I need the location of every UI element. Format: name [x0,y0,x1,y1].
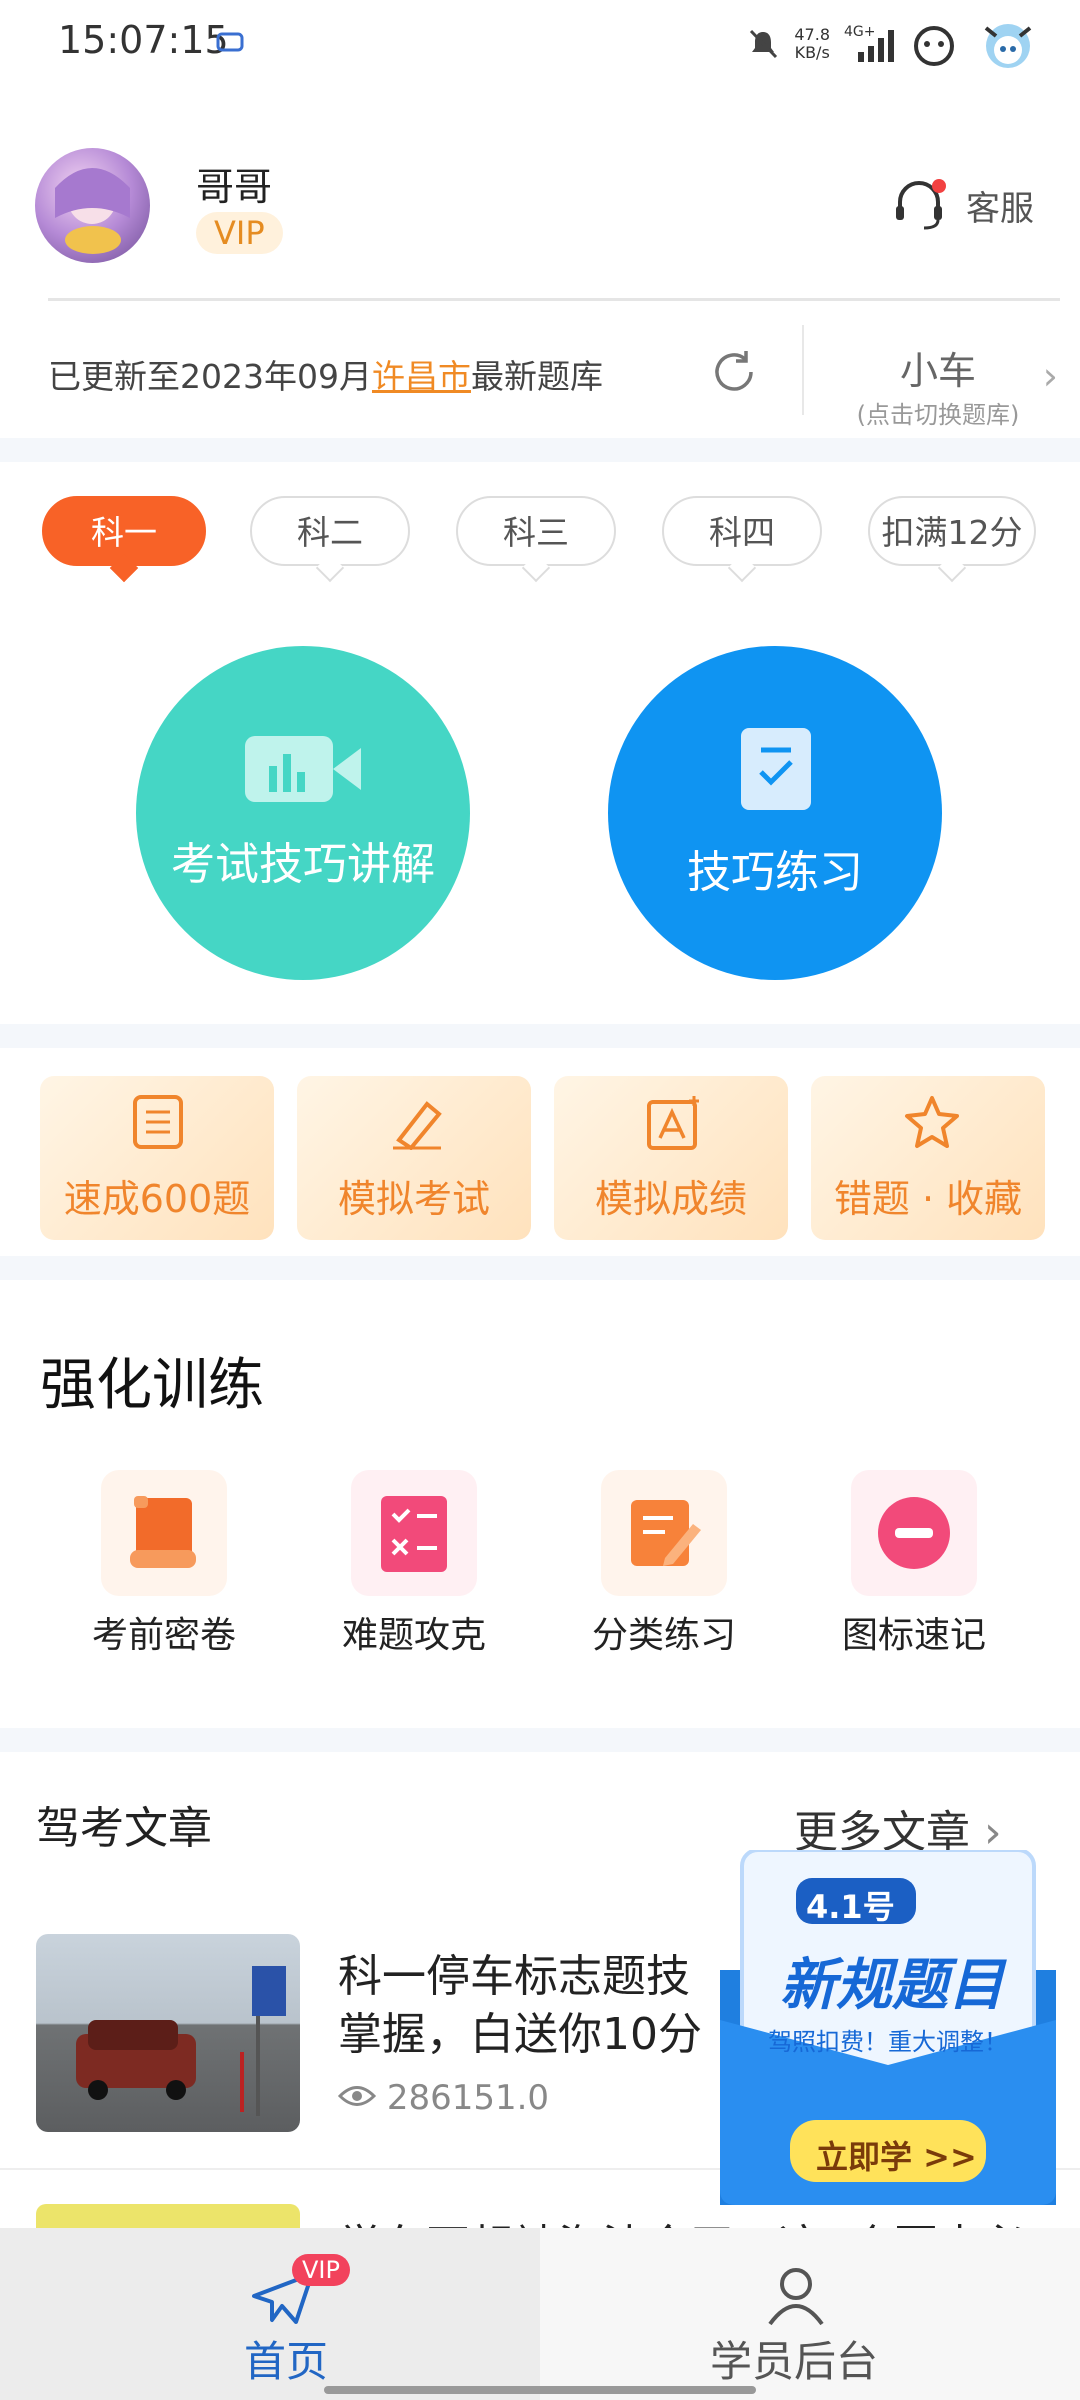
user-icon [768,2268,824,2326]
no-entry-icon [878,1497,950,1569]
tips-practice-label: 技巧练习 [687,847,863,898]
nav-student-label: 学员后台 [710,2337,879,2386]
vertical-divider [802,325,804,415]
mascot-icon [984,24,1032,68]
tips-practice-button[interactable]: 技巧练习 [608,646,942,980]
nav-home[interactable]: VIP 首页 [0,2228,540,2400]
mute-bell-icon [750,29,778,59]
section-gap [0,1024,1080,1048]
refresh-button[interactable] [708,346,760,402]
update-info: 已更新至2023年09月许昌市最新题库 [48,357,603,396]
quick-label: 错题 · 收藏 [833,1177,1023,1221]
tab-subject-2[interactable]: 科二 [250,496,410,583]
promo-title: 新规题目 [780,1953,1004,2018]
avatar[interactable] [35,148,150,263]
checklist-x-icon [381,1496,447,1572]
tab-subject-4[interactable]: 科四 [662,496,822,583]
home-vip-badge: VIP [292,2254,350,2286]
quick-label: 速成600题 [63,1177,251,1221]
pencil-icon [393,1101,442,1150]
vip-badge: VIP [196,212,283,254]
eye-icon [337,2086,377,2106]
vehicle-switch[interactable]: 小车 (点击切换题库) › [838,340,1058,430]
nav-home-label: 首页 [244,2337,329,2386]
promo-banner[interactable]: 4.1号 新规题目 驾照扣费！重大调整！ 立即学 >> [720,1850,1056,2205]
training-exam-papers[interactable]: 考前密卷 [64,1470,264,1658]
edit-note-icon [631,1500,701,1566]
training-hard-questions[interactable]: 难题攻克 [314,1470,514,1658]
article-thumbnail[interactable] [36,1934,300,2132]
city-link[interactable]: 许昌市 [372,357,471,396]
svg-text:4G+: 4G+ [844,24,876,40]
document-icon [133,1095,183,1149]
promo-subtitle: 驾照扣费！重大调整！ [768,2028,1008,2056]
refresh-icon [715,351,753,391]
quick-mock-exam[interactable]: 模拟考试 [297,1076,531,1240]
star-icon [905,1096,959,1148]
training-label: 图标速记 [841,1615,986,1656]
quick-label: 模拟考试 [337,1177,490,1221]
bottom-nav: VIP 首页 学员后台 [0,2228,1080,2400]
service-label: 客服 [966,188,1034,229]
section-gap [0,1256,1080,1280]
promo-cta-button[interactable]: 立即学 >> [816,2132,977,2178]
username: 哥哥 [196,165,273,209]
headset-icon [896,179,946,230]
section-gap [0,1728,1080,1752]
tab-deduct-12[interactable]: 扣满12分 [868,496,1036,583]
gesture-bar [324,2386,756,2394]
section-gap [0,438,1080,462]
quick-wrong-favorites[interactable]: 错题 · 收藏 [811,1076,1045,1240]
status-bar: 15:07:15 47.8 KB/s 4G+ [0,0,1080,84]
grade-icon [647,1096,699,1150]
quick-label: 模拟成绩 [594,1177,747,1221]
vehicle-name: 小车 [899,349,976,393]
exam-tips-button[interactable]: 考试技巧讲解 [136,646,470,980]
scroll-icon [130,1496,196,1568]
video-camera-icon [245,736,361,802]
training-category-practice[interactable]: 分类练习 [564,1470,764,1658]
nav-student[interactable]: 学员后台 [540,2228,1080,2400]
tab-subject-1[interactable]: 科一 [42,496,206,583]
training-label: 考前密卷 [91,1615,236,1656]
training-sign-memorize[interactable]: 图标速记 [814,1470,1014,1658]
chevron-right-icon: › [1042,354,1058,398]
app-notification-icon [214,28,246,60]
signal-icon: 4G+ [844,24,894,62]
quick-mock-score[interactable]: 模拟成绩 [554,1076,788,1240]
divider [48,298,1060,301]
training-label: 分类练习 [591,1615,736,1656]
exam-tips-label: 考试技巧讲解 [171,839,435,890]
article-views: 286151.0 [337,2078,549,2118]
article-title[interactable]: 科一停车标志题技 掌握，白送你10分 [338,1948,758,2064]
checklist-icon [741,728,811,810]
status-icons: 47.8 KB/s 4G+ [746,14,1044,74]
net-speed: 47.8 KB/s [794,25,830,62]
app-status-icon [914,26,954,66]
training-title: 强化训练 [40,1353,264,1418]
quick-600-questions[interactable]: 速成600题 [40,1076,274,1240]
vehicle-hint: (点击切换题库) [856,401,1020,429]
status-time: 15:07:15 [58,18,229,62]
articles-title: 驾考文章 [36,1803,212,1854]
promo-date: 4.1号 [806,1888,895,1926]
training-label: 难题攻克 [341,1615,486,1656]
customer-service-button[interactable]: 客服 [890,176,1034,234]
tab-subject-3[interactable]: 科三 [456,496,616,583]
